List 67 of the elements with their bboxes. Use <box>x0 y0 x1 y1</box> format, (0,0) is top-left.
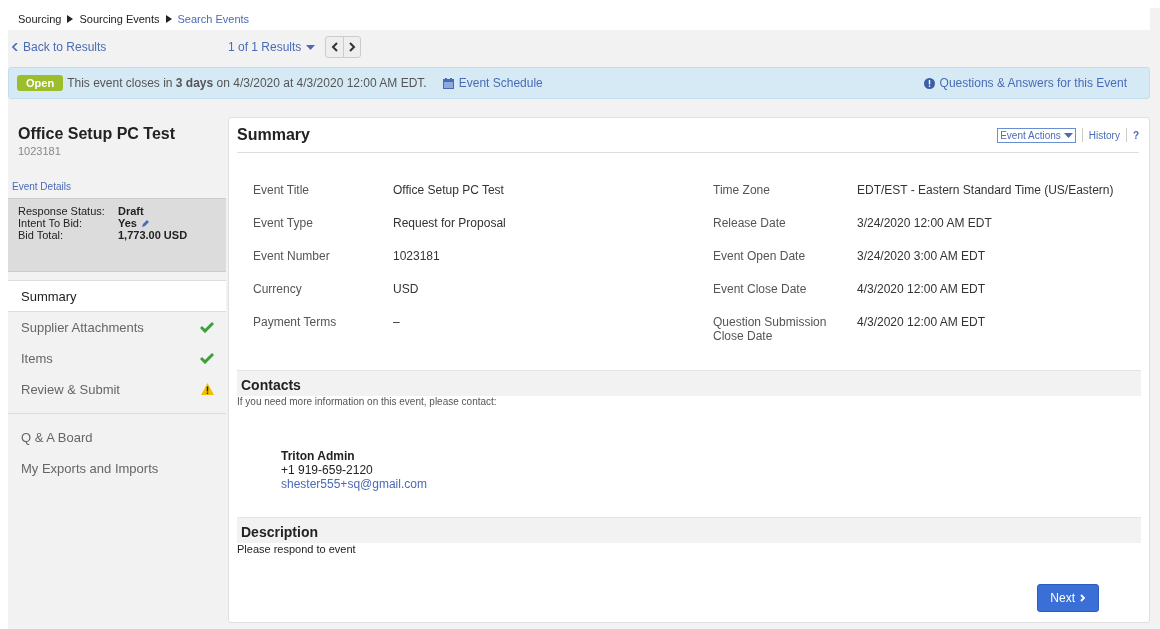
chevron-left-icon <box>12 43 18 51</box>
email-link[interactable]: shester555+sq@gmail.com <box>281 477 427 491</box>
field-label: Event Open Date <box>713 249 807 265</box>
questions-link[interactable]: Questions & Answers for this Event <box>923 76 1127 90</box>
field-value: 1023181 <box>393 249 441 265</box>
status-label: Intent To Bid: <box>18 217 83 229</box>
breadcrumb-link[interactable]: Sourcing Events <box>79 13 160 25</box>
event-number: 1023181 <box>17 145 62 157</box>
event-title: Office Setup PC Test <box>17 125 177 143</box>
field-value: 3/24/2020 12:00 AM EDT <box>857 216 993 232</box>
exclamation-icon <box>923 77 935 89</box>
help-link[interactable]: ? <box>1132 129 1139 141</box>
field-label: Event Title <box>253 183 311 199</box>
status-label: Bid Total: <box>18 229 65 241</box>
field-label: Event Close Date <box>713 282 808 298</box>
back-link[interactable]: Back to Results <box>12 40 228 54</box>
field-value: Request for Proposal <box>393 216 507 232</box>
field-value: EDT/EST - Eastern Standard Time (US/Eastern) <box>857 183 1115 199</box>
field-value: USD <box>393 282 420 298</box>
event-schedule-link[interactable]: Event Schedule <box>442 76 543 90</box>
breadcrumb-link[interactable]: Search Events <box>177 13 250 25</box>
field-label: Event Type <box>253 216 314 232</box>
breadcrumb-link[interactable]: Sourcing <box>18 13 62 25</box>
section-heading: Description <box>237 517 1141 543</box>
chevron-right-icon <box>348 42 356 52</box>
sidebar-item[interactable]: Summary <box>8 281 226 312</box>
description-text: Please respond to event <box>236 543 357 555</box>
sidebar-link[interactable]: My Exports and Imports <box>8 453 226 484</box>
next-button[interactable]: Next <box>1037 584 1099 612</box>
status-value: 1,773.00 USD <box>118 229 188 241</box>
closing-message: This event closes in 3 days on 4/3/2020 at 4/3/2020 12:00 AM EDT. <box>67 76 427 90</box>
field-label: Event Number <box>253 249 331 265</box>
contact-phone: +1 919-659-2120 <box>281 463 374 477</box>
chevron-right-icon <box>1080 594 1086 602</box>
chevron-left-icon <box>331 42 339 52</box>
field-label: Payment Terms <box>253 315 338 331</box>
sidebar-link[interactable]: Q & A Board <box>8 422 226 453</box>
field-label: Release Date <box>713 216 787 232</box>
section-title: Summary <box>237 126 310 144</box>
status-value: Draft <box>118 205 144 217</box>
contact-name: Triton Admin <box>281 449 356 463</box>
section-heading: Contacts <box>237 370 1141 396</box>
caret-icon <box>306 44 316 50</box>
sidebar-item[interactable]: Supplier Attachments <box>8 312 226 343</box>
pencil-icon[interactable] <box>140 218 150 228</box>
field-label: Currency <box>253 282 303 298</box>
field-value: 3/24/2020 3:00 AM EDT <box>857 249 987 265</box>
results-dropdown[interactable]: 1 of 1 Results <box>228 40 316 54</box>
breadcrumb-arrow-icon <box>165 15 172 23</box>
field-value: Office Setup PC Test <box>393 183 505 199</box>
sidebar-item[interactable]: Review & Submit <box>8 374 226 405</box>
contact-intro: If you need more information on this event, please contact: <box>236 396 498 407</box>
field-value: – <box>393 315 401 331</box>
status-value: Yes <box>118 217 137 229</box>
event-actions-dropdown[interactable]: Event Actions <box>997 127 1076 143</box>
field-value: 4/3/2020 12:00 AM EDT <box>857 315 987 331</box>
sidebar-item[interactable]: Items <box>8 343 226 374</box>
field-value: 4/3/2020 12:00 AM EDT <box>857 282 987 298</box>
caret-icon <box>1063 132 1073 138</box>
field-label: Time Zone <box>713 183 771 199</box>
field-label: Question Submission Close Date <box>713 315 828 345</box>
history-link[interactable]: History <box>1088 129 1120 141</box>
status-label: Response Status: <box>18 205 106 217</box>
event-details-link[interactable]: Event Details <box>12 181 71 192</box>
calendar-icon <box>442 77 454 89</box>
status-badge: Open <box>17 75 64 91</box>
breadcrumb-arrow-icon <box>67 15 74 23</box>
